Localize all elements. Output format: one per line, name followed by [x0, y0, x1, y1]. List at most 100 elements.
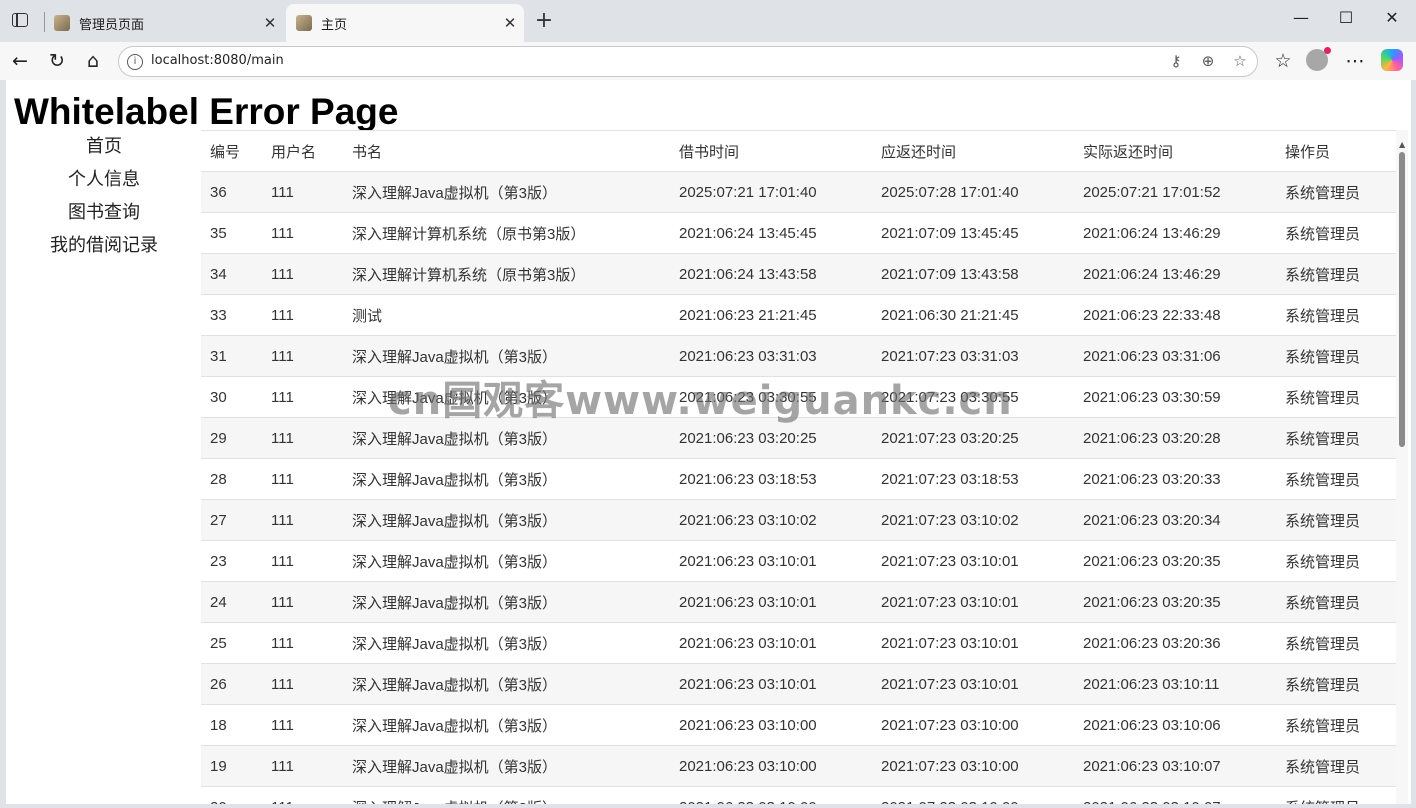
table-cell: 2021:06:24 13:46:29: [1074, 253, 1276, 295]
new-tab-icon[interactable]: +: [532, 8, 556, 33]
table-row: 36 111 深入理解Java虚拟机（第3版） 2025:07:21 17:01:40…: [201, 171, 1396, 213]
table-cell: 2021:07:23 03:10:01: [872, 540, 1074, 582]
table-cell: 111: [262, 253, 343, 295]
table-cell: 测试: [343, 294, 670, 336]
tab-admin-page[interactable]: 管理员页面 ✕: [44, 4, 284, 42]
table-cell: 深入理解Java虚拟机（第3版）: [343, 581, 670, 623]
table-cell: 111: [262, 786, 343, 804]
page-title: Whitelabel Error Page: [14, 91, 399, 132]
table-cell: 111: [262, 212, 343, 254]
table-cell: 2021:06:23 03:20:28: [1074, 417, 1276, 459]
table-cell: 2021:06:23 03:10:00: [670, 786, 872, 804]
table-cell: 2021:06:23 21:21:45: [670, 294, 872, 336]
tab-main-page[interactable]: 主页 ✕: [286, 4, 524, 42]
table-cell: 2025:07:28 17:01:40: [872, 171, 1074, 213]
table-cell: 25: [201, 622, 262, 664]
table-cell: 2021:06:23 03:20:34: [1074, 499, 1276, 541]
table-cell: 2021:07:23 03:10:01: [872, 581, 1074, 623]
table-cell: 31: [201, 335, 262, 377]
table-cell: 2021:06:23 03:20:35: [1074, 581, 1276, 623]
table-cell: 111: [262, 745, 343, 787]
table-cell: 111: [262, 376, 343, 418]
sidebar-item-book-search[interactable]: 图书查询: [6, 200, 202, 233]
favicon-icon: [54, 15, 70, 31]
table-cell: 2021:07:09 13:45:45: [872, 212, 1074, 254]
tab-title: 管理员页面: [79, 17, 145, 33]
table-cell: 深入理解Java虚拟机（第3版）: [343, 540, 670, 582]
table-cell: 20: [201, 786, 262, 804]
table-cell: 2021:06:23 03:10:00: [670, 704, 872, 746]
table-cell: 2021:07:23 03:10:01: [872, 663, 1074, 705]
home-icon[interactable]: ⌂: [80, 48, 106, 74]
favorite-star-icon[interactable]: ☆: [1229, 52, 1251, 70]
table-cell: 18: [201, 704, 262, 746]
table-cell: 2021:06:23 03:30:55: [670, 376, 872, 418]
minimize-button[interactable]: —: [1286, 8, 1316, 27]
table-row: 31 111 深入理解Java虚拟机（第3版） 2021:06:23 03:31:03…: [201, 335, 1396, 377]
table-cell: 111: [262, 294, 343, 336]
table-cell: 2021:07:23 03:10:00: [872, 745, 1074, 787]
tab-close-icon[interactable]: ✕: [256, 14, 284, 32]
table-cell: 2021:06:23 03:20:25: [670, 417, 872, 459]
table-cell: 2021:07:23 03:20:25: [872, 417, 1074, 459]
sidebar-item-home[interactable]: 首页: [6, 134, 202, 167]
table-cell: 系统管理员: [1276, 253, 1396, 295]
table-cell: 2021:07:23 03:30:55: [872, 376, 1074, 418]
table-cell: 111: [262, 663, 343, 705]
back-arrow-icon[interactable]: ←: [7, 48, 33, 74]
table-cell: 2021:06:23 03:10:01: [670, 622, 872, 664]
table-row: 29 111 深入理解Java虚拟机（第3版） 2021:06:23 03:20:25…: [201, 417, 1396, 459]
tab-actions-icon[interactable]: [12, 13, 28, 27]
table-cell: 26: [201, 663, 262, 705]
table-cell: 2021:06:23 03:30:59: [1074, 376, 1276, 418]
favicon-icon: [296, 15, 312, 31]
more-menu-icon[interactable]: ⋯: [1342, 48, 1368, 74]
column-header: 书名: [343, 130, 670, 172]
table-cell: 30: [201, 376, 262, 418]
table-cell: 深入理解Java虚拟机（第3版）: [343, 417, 670, 459]
sidebar-item-profile[interactable]: 个人信息: [6, 167, 202, 200]
tab-title: 主页: [321, 17, 348, 33]
table-cell: 系统管理员: [1276, 212, 1396, 254]
table-cell: 深入理解Java虚拟机（第3版）: [343, 786, 670, 804]
site-info-icon[interactable]: i: [127, 54, 143, 70]
navigation-bar: ← ↻ ⌂ i localhost:8080/main ⚷ ⊕ ☆ ☆ ⋯: [0, 42, 1416, 80]
zoom-icon[interactable]: ⊕: [1197, 52, 1219, 70]
table-cell: 深入理解Java虚拟机（第3版）: [343, 376, 670, 418]
table-cell: 2025:07:21 17:01:40: [670, 171, 872, 213]
profile-avatar[interactable]: [1306, 47, 1331, 71]
table-cell: 2021:06:23 03:18:53: [670, 458, 872, 500]
scrollbar-thumb[interactable]: [1399, 152, 1405, 447]
table-cell: 111: [262, 171, 343, 213]
tab-close-icon[interactable]: ✕: [496, 14, 524, 32]
table-cell: 深入理解Java虚拟机（第3版）: [343, 335, 670, 377]
column-header: 实际返还时间: [1074, 130, 1276, 172]
table-cell: 系统管理员: [1276, 335, 1396, 377]
table-cell: 2021:06:30 21:21:45: [872, 294, 1074, 336]
table-cell: 2021:06:24 13:46:29: [1074, 212, 1276, 254]
table-cell: 111: [262, 581, 343, 623]
table-cell: 111: [262, 417, 343, 459]
table-row: 35 111 深入理解计算机系统（原书第3版） 2021:06:24 13:45:45…: [201, 212, 1396, 254]
close-window-button[interactable]: ✕: [1377, 8, 1407, 27]
key-icon[interactable]: ⚷: [1165, 52, 1187, 70]
favorites-icon[interactable]: ☆: [1270, 48, 1296, 74]
sidebar-item-borrow-records[interactable]: 我的借阅记录: [6, 233, 202, 266]
table-cell: 111: [262, 335, 343, 377]
table-cell: 33: [201, 294, 262, 336]
table-cell: 2021:06:23 03:10:01: [670, 663, 872, 705]
table-cell: 35: [201, 212, 262, 254]
url-text[interactable]: localhost:8080/main: [151, 53, 284, 68]
tab-bar: 管理员页面 ✕ 主页 ✕ + — ☐ ✕: [0, 0, 1416, 42]
scroll-up-arrow-icon[interactable]: ▲: [1399, 140, 1405, 149]
address-bar[interactable]: i localhost:8080/main ⚷ ⊕ ☆: [118, 46, 1258, 77]
table-cell: 2025:07:21 17:01:52: [1074, 171, 1276, 213]
column-header: 借书时间: [670, 130, 872, 172]
sidebar: 首页 个人信息 图书查询 我的借阅记录: [6, 134, 202, 266]
table-cell: 2021:06:23 03:20:36: [1074, 622, 1276, 664]
table-cell: 2021:06:23 03:10:06: [1074, 704, 1276, 746]
maximize-button[interactable]: ☐: [1331, 8, 1361, 27]
copilot-icon[interactable]: [1381, 49, 1403, 71]
reload-icon[interactable]: ↻: [44, 48, 70, 74]
table-cell: 深入理解Java虚拟机（第3版）: [343, 663, 670, 705]
